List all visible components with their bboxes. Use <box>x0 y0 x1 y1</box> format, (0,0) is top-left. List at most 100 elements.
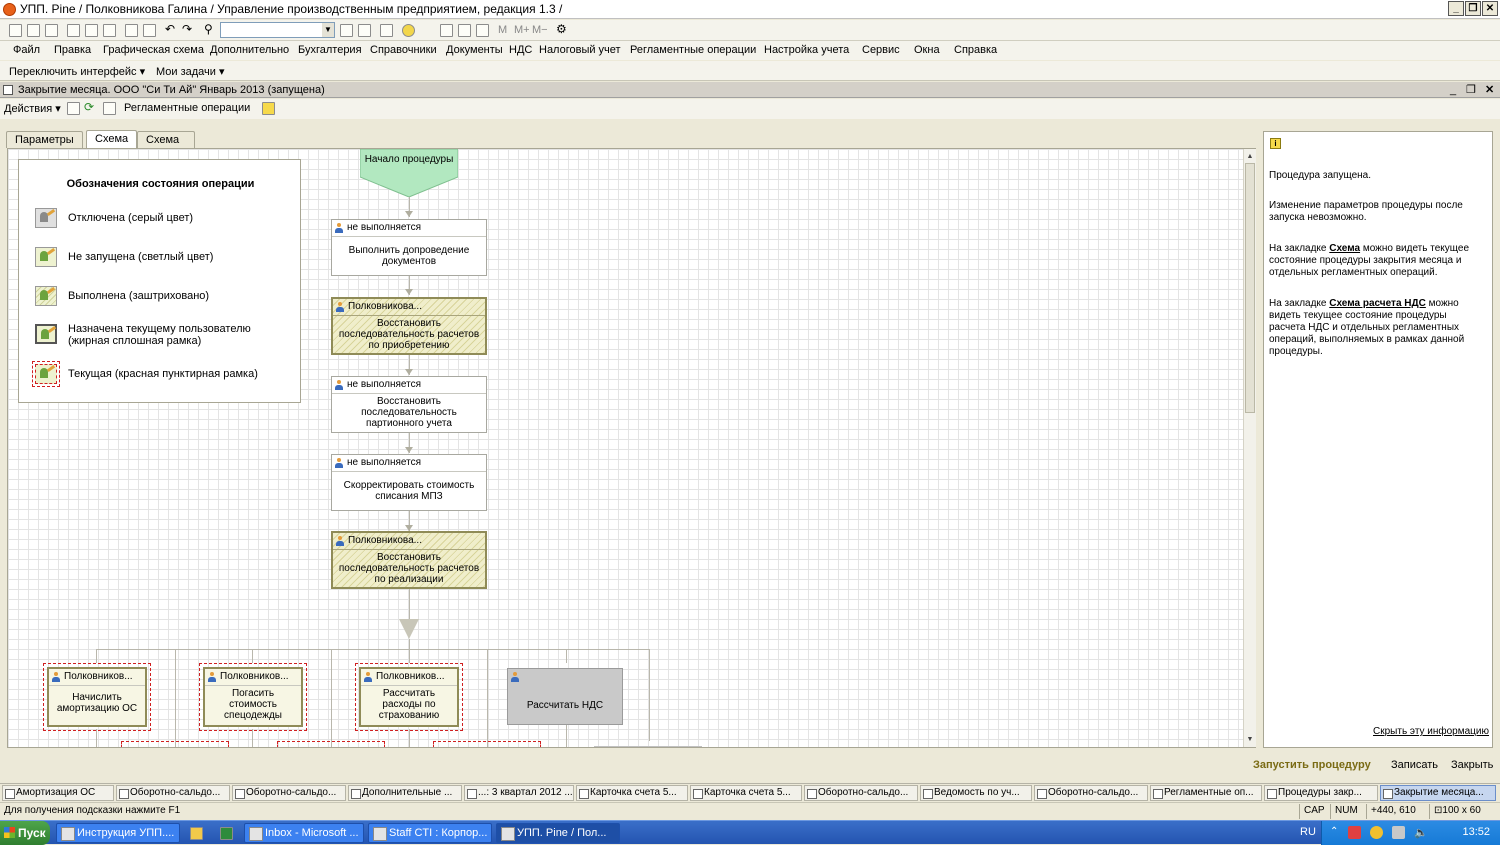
menu-additional[interactable]: Дополнительно <box>210 44 289 56</box>
flow-node-reposting[interactable]: не выполняется Выполнить допроведение до… <box>331 219 487 276</box>
flow-node-restore-batch[interactable]: не выполняется Восстановить последовател… <box>331 376 487 433</box>
scroll-down-icon[interactable]: ▼ <box>1245 734 1255 745</box>
menu-documents[interactable]: Документы <box>446 44 503 56</box>
memory-m-label[interactable]: M <box>498 24 507 36</box>
window-task[interactable]: Ведомость по уч... <box>920 785 1032 801</box>
tab-parameters[interactable]: Параметры <box>6 131 83 148</box>
window-task[interactable]: Процедуры закр... <box>1264 785 1378 801</box>
folder-icon[interactable] <box>190 827 203 840</box>
menu-accounting-setup[interactable]: Настройка учета <box>764 44 849 56</box>
copy-icon[interactable] <box>85 24 98 37</box>
menu-directories[interactable]: Справочники <box>370 44 437 56</box>
window-task[interactable]: Регламентные оп... <box>1150 785 1262 801</box>
hide-info-link[interactable]: Скрыть эту информацию <box>1373 726 1489 738</box>
menu-graphic-scheme[interactable]: Графическая схема <box>103 44 204 56</box>
excel-icon[interactable] <box>220 827 233 840</box>
memory-plus-label[interactable]: M+ <box>514 24 530 36</box>
window-icon[interactable] <box>380 24 393 37</box>
window-task[interactable]: Оборотно-сальдо... <box>804 785 918 801</box>
save-button[interactable]: Записать <box>1391 759 1438 771</box>
window-task[interactable]: Карточка счета 5... <box>690 785 802 801</box>
flow-node-calc-vat[interactable]: Рассчитать НДС <box>507 668 623 725</box>
new-icon[interactable] <box>9 24 22 37</box>
cut-icon[interactable] <box>67 24 80 37</box>
export-icon[interactable] <box>67 102 80 115</box>
flow-node-depreciation[interactable]: Полковников... Начислить амортизацию ОС <box>47 667 147 727</box>
window-task[interactable]: Оборотно-сальдо... <box>1034 785 1148 801</box>
flow-node-workwear[interactable]: Полковников... Погасить стоимость спецод… <box>203 667 303 727</box>
close-form-button[interactable]: Закрыть <box>1451 759 1493 771</box>
flow-node-restore-sales[interactable]: Полковникова... Восстановить последовате… <box>331 531 487 589</box>
info-icon[interactable] <box>262 102 275 115</box>
restore-button[interactable]: ❐ <box>1465 1 1481 16</box>
taskbar-item[interactable]: Staff CTI : Корпор... <box>368 823 492 843</box>
redo-icon[interactable]: ↷ <box>182 22 195 36</box>
flow-node-restore-purchase[interactable]: Полковникова... Восстановить последовате… <box>331 297 487 355</box>
paste-icon[interactable] <box>103 24 116 37</box>
window-task[interactable]: Оборотно-сальдо... <box>116 785 230 801</box>
scroll-up-icon[interactable]: ▲ <box>1245 151 1255 162</box>
preview-icon[interactable] <box>143 24 156 37</box>
window-task[interactable]: Оборотно-сальдо... <box>232 785 346 801</box>
messenger-icon[interactable] <box>1370 826 1383 839</box>
language-indicator[interactable]: RU <box>1300 826 1316 838</box>
refresh-back-icon[interactable] <box>358 24 371 37</box>
start-button[interactable]: Пуск <box>0 821 50 845</box>
open-icon[interactable] <box>27 24 40 37</box>
refresh-icon[interactable] <box>340 24 353 37</box>
menu-file[interactable]: Файл <box>13 44 40 56</box>
network-icon[interactable] <box>1348 826 1361 839</box>
window-task[interactable]: Карточка счета 5... <box>576 785 688 801</box>
menu-edit[interactable]: Правка <box>54 44 91 56</box>
tools-icon[interactable]: ⚙ <box>556 22 569 36</box>
monitor-icon[interactable] <box>1392 826 1405 839</box>
window-task-active[interactable]: Закрытие месяца... <box>1380 785 1496 801</box>
canvas-vertical-scrollbar[interactable]: ▲ ▼ <box>1243 149 1256 747</box>
flow-node-adjust-mpz[interactable]: не выполняется Скорректировать стоимость… <box>331 454 487 511</box>
my-tasks-menu[interactable]: Мои задачи ▾ <box>156 65 225 78</box>
chevron-down-icon[interactable]: ▼ <box>322 23 334 37</box>
menu-tax-accounting[interactable]: Налоговый учет <box>539 44 621 56</box>
flow-start-node[interactable]: Начало процедуры <box>360 149 458 197</box>
window-task[interactable]: Дополнительные ... <box>348 785 462 801</box>
vat-scheme-link[interactable]: Схема расчета НДС <box>1329 298 1426 309</box>
save-icon[interactable] <box>45 24 58 37</box>
menu-help[interactable]: Справка <box>954 44 997 56</box>
memory-minus-label[interactable]: M− <box>532 24 548 36</box>
menu-service[interactable]: Сервис <box>862 44 900 56</box>
switch-interface-menu[interactable]: Переключить интерфейс ▾ <box>9 65 145 78</box>
menu-accounting[interactable]: Бухгалтерия <box>298 44 362 56</box>
chevron-up-icon[interactable]: ⌃ <box>1330 826 1343 839</box>
minimize-button[interactable]: _ <box>1448 1 1464 16</box>
volume-icon[interactable]: 🔈 <box>1414 826 1428 839</box>
refresh-icon[interactable]: ⟳ <box>84 100 97 114</box>
actions-menu[interactable]: Действия ▾ <box>4 102 61 115</box>
info-icon[interactable] <box>402 24 415 37</box>
run-procedure-button[interactable]: Запустить процедуру <box>1253 759 1371 771</box>
taskbar-item[interactable]: Инструкция УПП.... <box>56 823 180 843</box>
users-icon[interactable] <box>476 24 489 37</box>
calc-icon[interactable] <box>440 24 453 37</box>
print-icon[interactable] <box>125 24 138 37</box>
tab-scheme[interactable]: Схема <box>86 130 138 148</box>
menu-regulatory-ops[interactable]: Регламентные операции <box>630 44 756 56</box>
search-icon[interactable]: ⚲ <box>204 22 217 36</box>
toolbar-search-input[interactable]: ▼ <box>220 22 335 38</box>
window-task[interactable]: Амортизация ОС <box>2 785 114 801</box>
menu-vat[interactable]: НДС <box>509 44 532 56</box>
window-task[interactable]: ...: 3 квартал 2012 ... <box>464 785 574 801</box>
undo-icon[interactable]: ↶ <box>165 22 178 36</box>
tab-vat-scheme[interactable]: Схема расчета НДС <box>137 131 196 178</box>
doc-minimize-button[interactable]: _ <box>1450 82 1456 98</box>
taskbar-item[interactable]: Inbox - Microsoft ... <box>244 823 364 843</box>
doc-icon[interactable] <box>103 102 116 115</box>
flow-node-insurance[interactable]: Полковников... Рассчитать расходы по стр… <box>359 667 459 727</box>
close-button[interactable]: ✕ <box>1482 1 1498 16</box>
reg-ops-button[interactable]: Регламентные операции <box>124 102 250 114</box>
scheme-link[interactable]: Схема <box>1329 243 1360 254</box>
calendar-icon[interactable] <box>458 24 471 37</box>
menu-windows[interactable]: Окна <box>914 44 940 56</box>
scroll-thumb[interactable] <box>1245 163 1255 413</box>
doc-close-button[interactable]: ✕ <box>1485 82 1494 98</box>
doc-restore-button[interactable]: ❐ <box>1466 82 1476 98</box>
